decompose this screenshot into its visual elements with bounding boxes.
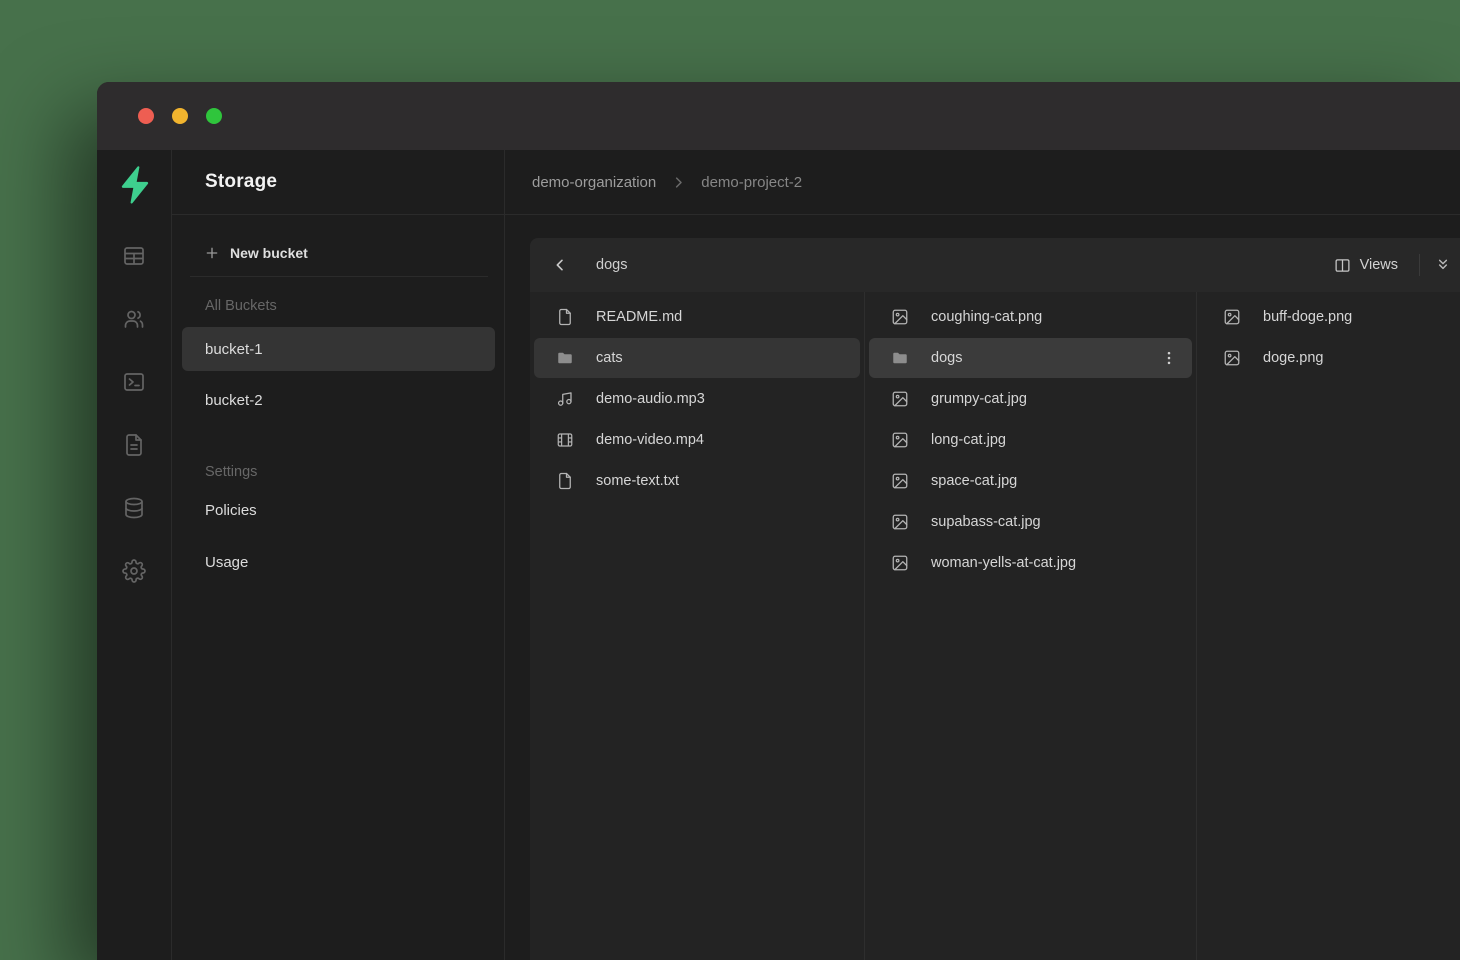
nav-rail xyxy=(97,150,172,960)
file-row[interactable]: some-text.txt xyxy=(534,461,860,501)
image-icon xyxy=(1223,349,1241,367)
app-window: Storage New bucket All Buckets bucket-1 … xyxy=(97,82,1460,960)
buckets-section-label: All Buckets xyxy=(172,298,504,314)
chevron-right-icon xyxy=(671,175,686,190)
item-name: dogs xyxy=(931,350,962,366)
bucket-item-bucket-1[interactable]: bucket-1 xyxy=(182,327,495,371)
file-row[interactable]: woman-yells-at-cat.jpg xyxy=(869,543,1192,583)
item-name: demo-audio.mp3 xyxy=(596,391,705,407)
folder-icon xyxy=(556,349,574,367)
folder-row[interactable]: dogs xyxy=(869,338,1192,378)
close-window-button[interactable] xyxy=(138,108,154,124)
file-row[interactable]: doge.png xyxy=(1201,338,1456,378)
folder-row[interactable]: cats xyxy=(534,338,860,378)
item-name: space-cat.jpg xyxy=(931,473,1017,489)
file-row[interactable]: README.md xyxy=(534,297,860,337)
item-name: grumpy-cat.jpg xyxy=(931,391,1027,407)
video-icon xyxy=(556,431,574,449)
file-row[interactable]: demo-audio.mp3 xyxy=(534,379,860,419)
breadcrumb: demo-organization demo-project-2 xyxy=(505,150,1460,215)
item-name: demo-video.mp4 xyxy=(596,432,704,448)
bucket-label: bucket-2 xyxy=(205,392,263,409)
item-name: supabass-cat.jpg xyxy=(931,514,1041,530)
sidebar-item-usage[interactable]: Usage xyxy=(172,540,504,584)
table-icon[interactable] xyxy=(122,244,146,268)
image-icon xyxy=(1223,308,1241,326)
gear-icon[interactable] xyxy=(122,559,146,583)
item-name: long-cat.jpg xyxy=(931,432,1006,448)
app-body: Storage New bucket All Buckets bucket-1 … xyxy=(97,150,1460,960)
item-name: buff-doge.png xyxy=(1263,309,1352,325)
item-name: cats xyxy=(596,350,623,366)
users-icon[interactable] xyxy=(122,307,146,331)
image-icon xyxy=(891,472,909,490)
views-button-label: Views xyxy=(1360,257,1398,273)
settings-item-label: Policies xyxy=(205,502,257,519)
supabase-bolt-icon[interactable] xyxy=(117,165,151,205)
explorer-column-2: coughing-cat.png dogs grumpy-cat.jpg long-c… xyxy=(865,292,1197,960)
item-name: doge.png xyxy=(1263,350,1323,366)
new-bucket-label: New bucket xyxy=(230,245,308,261)
page-title: Storage xyxy=(172,150,504,215)
window-titlebar xyxy=(97,82,1460,150)
sidebar-item-policies[interactable]: Policies xyxy=(172,488,504,532)
database-icon[interactable] xyxy=(122,496,146,520)
document-icon[interactable] xyxy=(122,433,146,457)
image-icon xyxy=(891,390,909,408)
file-explorer: dogs Views README.mdcatsdemo-audio.mp3de xyxy=(530,238,1460,960)
item-name: some-text.txt xyxy=(596,473,679,489)
columns-icon xyxy=(1334,257,1351,274)
terminal-icon[interactable] xyxy=(122,370,146,394)
divider xyxy=(1419,254,1420,276)
breadcrumb-project[interactable]: demo-project-2 xyxy=(701,174,802,191)
bucket-list: bucket-1 bucket-2 xyxy=(172,327,504,422)
image-icon xyxy=(891,308,909,326)
explorer-column-3: buff-doge.png doge.png xyxy=(1197,292,1460,960)
audio-icon xyxy=(556,390,574,408)
file-row[interactable]: space-cat.jpg xyxy=(869,461,1192,501)
folder-icon xyxy=(891,349,909,367)
storage-sidebar: Storage New bucket All Buckets bucket-1 … xyxy=(172,150,505,960)
explorer-column-1: README.md cats demo-audio.mp3 demo-video.mp… xyxy=(530,292,865,960)
item-name: coughing-cat.png xyxy=(931,309,1042,325)
plus-icon xyxy=(204,245,220,261)
zoom-window-button[interactable] xyxy=(206,108,222,124)
file-row[interactable]: grumpy-cat.jpg xyxy=(869,379,1192,419)
file-icon xyxy=(556,308,574,326)
settings-section-label: Settings xyxy=(172,464,504,480)
image-icon xyxy=(891,431,909,449)
chevron-left-icon[interactable] xyxy=(552,257,568,273)
file-row[interactable]: supabass-cat.jpg xyxy=(869,502,1192,542)
file-row[interactable]: long-cat.jpg xyxy=(869,420,1192,460)
kebab-menu-icon[interactable] xyxy=(1160,349,1178,367)
double-chevron-down-icon[interactable] xyxy=(1435,256,1451,274)
current-path-label: dogs xyxy=(596,257,627,273)
explorer-toolbar: dogs Views xyxy=(530,238,1460,292)
bucket-label: bucket-1 xyxy=(205,341,263,358)
settings-item-label: Usage xyxy=(205,554,248,571)
file-row[interactable]: buff-doge.png xyxy=(1201,297,1456,337)
item-name: woman-yells-at-cat.jpg xyxy=(931,555,1076,571)
image-icon xyxy=(891,513,909,531)
views-button[interactable]: Views xyxy=(1334,257,1398,274)
explorer-columns: README.md cats demo-audio.mp3 demo-video.mp… xyxy=(530,292,1460,960)
file-row[interactable]: coughing-cat.png xyxy=(869,297,1192,337)
main-area: demo-organization demo-project-2 dogs xyxy=(505,150,1460,960)
item-name: README.md xyxy=(596,309,682,325)
new-bucket-button[interactable]: New bucket xyxy=(172,245,504,261)
file-row[interactable]: demo-video.mp4 xyxy=(534,420,860,460)
breadcrumb-organization[interactable]: demo-organization xyxy=(532,174,656,191)
divider xyxy=(190,276,488,277)
file-icon xyxy=(556,472,574,490)
minimize-window-button[interactable] xyxy=(172,108,188,124)
bucket-item-bucket-2[interactable]: bucket-2 xyxy=(182,378,495,422)
image-icon xyxy=(891,554,909,572)
